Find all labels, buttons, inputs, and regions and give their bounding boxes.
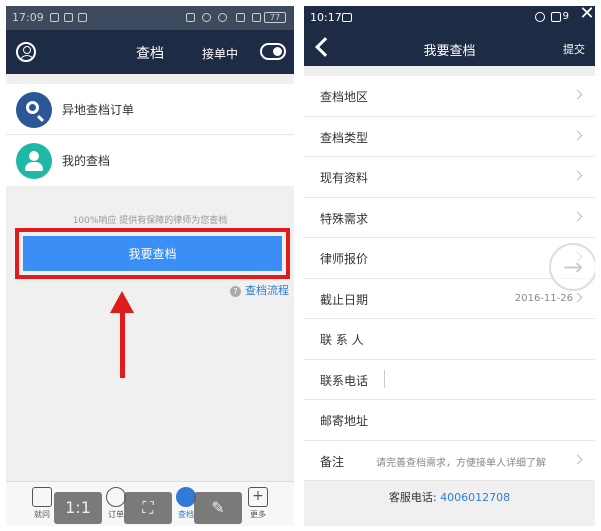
form-row-remarks[interactable]: 备注 请完善查档需求，方便接单人详细了解 <box>304 441 595 481</box>
screen-icon <box>236 13 245 22</box>
list-icon <box>106 487 126 507</box>
alarm-icon <box>202 13 211 22</box>
field-label: 联系电话 <box>320 373 369 388</box>
right-screen: 10:17 9 我要查档 提交 查档地区 查档类型 现有资料 特殊需求 律师报价… <box>304 6 595 526</box>
remarks-placeholder: 请完善查档需求，方便接单人详细了解 <box>376 457 546 469</box>
search-icon <box>176 487 196 507</box>
red-arrow-shaft <box>120 310 125 378</box>
screenshot-canvas: 17:09 77 查档 接单中 异地查档订单 我的查档 100%响应 提供有保障… <box>0 0 601 531</box>
form-row-address[interactable]: 邮寄地址 <box>304 400 595 441</box>
tab-more[interactable]: + 更多 <box>240 487 276 520</box>
status-time: 10:17 <box>310 11 342 24</box>
left-screen: 17:09 77 查档 接单中 异地查档订单 我的查档 100%响应 提供有保障… <box>6 6 294 526</box>
query-button[interactable]: 我要查档 <box>23 236 282 271</box>
flow-link[interactable]: ? 查档流程 <box>230 282 289 298</box>
service-label: 客服电话: <box>388 491 441 504</box>
chevron-right-icon <box>572 454 583 464</box>
text-cursor <box>384 369 385 388</box>
order-toggle[interactable] <box>260 43 286 60</box>
chevron-right-icon <box>572 130 583 140</box>
close-icon[interactable]: ✕ <box>577 4 597 24</box>
page-title: 我要查档 <box>423 44 476 59</box>
lawyer-icon <box>16 143 52 179</box>
chevron-right-icon <box>572 292 583 302</box>
image-notification-icon <box>50 13 59 22</box>
chevron-right-icon <box>572 89 583 100</box>
field-label: 联 系 人 <box>320 333 364 347</box>
status-bar: 10:17 9 <box>304 6 595 30</box>
question-icon: ? <box>230 286 241 297</box>
chevron-right-icon <box>572 170 583 181</box>
form-row-type[interactable]: 查档类型 <box>304 117 595 157</box>
field-label: 律师报价 <box>320 252 369 266</box>
field-label: 备注 <box>320 454 345 469</box>
menu-item-remote-orders[interactable]: 异地查档订单 <box>6 84 294 135</box>
screen-icon <box>551 12 561 22</box>
chevron-right-icon <box>572 211 583 221</box>
battery-indicator: 77 <box>264 12 286 23</box>
menu-item-label: 我的查档 <box>62 154 111 168</box>
status-time: 17:09 <box>12 11 44 24</box>
flow-link-label: 查档流程 <box>245 284 289 297</box>
promo-text: 100%响应 提供有保障的律师为您查档 <box>72 216 228 226</box>
header-bar: 查档 接单中 <box>6 30 294 74</box>
service-hotline: 客服电话: 4006012708 <box>304 489 595 505</box>
header-bar: 我要查档 提交 <box>304 30 595 66</box>
service-phone-link[interactable]: 4006012708 <box>440 491 510 504</box>
floating-arrow-icon[interactable]: → <box>549 243 595 291</box>
highlight-box: 我要查档 <box>15 228 290 279</box>
submit-button[interactable]: 提交 <box>563 41 585 57</box>
vibrate-icon <box>186 13 195 22</box>
image-notification-icon <box>342 13 352 22</box>
tab-label: 更多 <box>250 510 266 519</box>
menu-item-my-queries[interactable]: 我的查档 <box>6 135 294 186</box>
mail-notification-icon <box>78 13 87 22</box>
battery-indicator: 9 <box>562 11 569 22</box>
briefcase-icon <box>32 487 52 507</box>
field-label: 查档地区 <box>320 90 369 104</box>
field-label: 邮寄地址 <box>320 414 369 428</box>
form-row-phone[interactable]: 联系电话 <box>304 360 595 400</box>
form-row-region[interactable]: 查档地区 <box>304 76 595 117</box>
edit-icon[interactable]: ✎ <box>194 492 242 524</box>
page-title: 查档 <box>136 46 164 62</box>
field-label: 查档类型 <box>320 130 369 145</box>
plus-icon: + <box>248 487 268 507</box>
signal-icon <box>252 13 261 22</box>
image-notification-icon <box>64 13 73 22</box>
record-icon <box>218 13 227 22</box>
search-icon <box>16 92 52 128</box>
field-label: 特殊需求 <box>320 211 369 226</box>
form-row-materials[interactable]: 现有资料 <box>304 157 595 198</box>
field-label: 现有资料 <box>320 171 369 185</box>
form-row-deadline[interactable]: 截止日期 2016-11-26 <box>304 279 595 319</box>
fit-screen-icon[interactable]: ⛶ <box>124 492 172 524</box>
form-row-contact[interactable]: 联 系 人 <box>304 319 595 360</box>
deadline-value: 2016-11-26 <box>514 292 573 304</box>
field-label: 截止日期 <box>320 292 369 307</box>
order-status-label: 接单中 <box>201 47 238 61</box>
form-row-special[interactable]: 特殊需求 <box>304 198 595 238</box>
menu-list: 异地查档订单 我的查档 <box>6 84 294 186</box>
zoom-1to1-button[interactable]: 1:1 <box>54 492 102 524</box>
menu-item-label: 异地查档订单 <box>62 103 135 117</box>
status-bar: 17:09 77 <box>6 6 294 30</box>
record-icon <box>535 12 545 22</box>
